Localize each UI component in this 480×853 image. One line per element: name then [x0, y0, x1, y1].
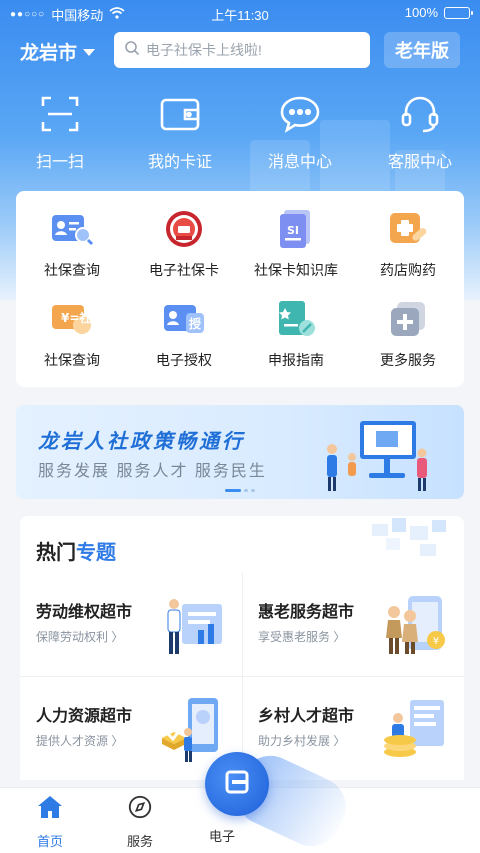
- banner-illustration: [327, 421, 427, 491]
- service-label: 申报指南: [268, 352, 324, 368]
- city-selector[interactable]: 龙岩市: [20, 38, 96, 65]
- quick-my-cards[interactable]: 我的卡证: [120, 92, 240, 172]
- home-icon: [36, 794, 64, 825]
- service-e-social-card[interactable]: 电子社保卡: [128, 207, 240, 295]
- guide-icon: [274, 297, 318, 341]
- top-bar: 龙岩市 老年版: [0, 30, 480, 70]
- service-label: 电子社保卡: [149, 262, 219, 278]
- hot-topic-hr-resources[interactable]: 人力资源超市 提供人才资源 〉: [20, 676, 242, 780]
- service-declaration-guide[interactable]: 申报指南: [240, 297, 352, 385]
- authorize-icon: 授: [162, 297, 206, 341]
- battery-icon: [444, 6, 473, 19]
- hot-topic-name: 劳动维权超市: [36, 604, 133, 621]
- tab-services-label: 服务: [126, 834, 153, 849]
- service-knowledge-base[interactable]: SI 社保卡知识库: [240, 207, 352, 295]
- payment-icon-text: ¥=社: [61, 310, 91, 325]
- hot-topics-section: 热门专题 劳动维权超市 保障劳动权利 〉 惠老服务超市 享受惠老服务 〉 ¥ 人…: [20, 516, 464, 780]
- service-pharmacy[interactable]: 药店购药: [352, 207, 464, 295]
- authorize-icon-text: 授: [189, 316, 202, 331]
- pharmacy-icon: [386, 207, 430, 251]
- hot-topic-name: 人力资源超市: [36, 708, 133, 725]
- e-card-icon: [222, 767, 252, 802]
- more-services-icon: [386, 297, 430, 341]
- city-label: 龙岩市: [20, 43, 78, 64]
- service-grid: 社保查询 电子社保卡 SI 社保卡知识库 药店购药 ¥=社 社保查询 授 电子授…: [16, 191, 464, 387]
- tab-home-label: 首页: [36, 834, 63, 849]
- quick-scan[interactable]: 扫一扫: [0, 92, 120, 172]
- quick-messages-label: 消息中心: [267, 154, 332, 171]
- e-card-fab-button[interactable]: [205, 752, 269, 816]
- service-label: 更多服务: [380, 352, 436, 368]
- service-label: 电子授权: [156, 352, 212, 368]
- svg-text:SI: SI: [287, 224, 299, 237]
- hr-resources-illustration: [162, 698, 218, 762]
- quick-customer-service[interactable]: 客服中心: [360, 92, 480, 172]
- hot-topics-title-prefix: 热门: [36, 542, 76, 564]
- service-label: 药店购药: [380, 262, 436, 278]
- id-search-icon: [50, 207, 94, 251]
- hot-topics-title: 热门专题: [36, 536, 116, 565]
- service-more[interactable]: 更多服务: [352, 297, 464, 385]
- message-icon: [277, 92, 323, 136]
- quick-customer-service-label: 客服中心: [387, 154, 452, 171]
- labor-rights-illustration: [167, 599, 222, 654]
- elderly-service-illustration: ¥: [386, 596, 445, 654]
- banner-title: 龙岩人社政策畅通行: [38, 431, 245, 453]
- service-label: 社保查询: [44, 352, 100, 368]
- scan-icon: [37, 92, 83, 136]
- hot-topic-labor-rights[interactable]: 劳动维权超市 保障劳动权利 〉: [20, 572, 242, 676]
- compass-icon: [126, 794, 154, 825]
- service-social-query[interactable]: 社保查询: [16, 207, 128, 295]
- service-e-authorize[interactable]: 授 电子授权: [128, 297, 240, 385]
- hot-topic-elderly-service[interactable]: 惠老服务超市 享受惠老服务 〉 ¥: [242, 572, 464, 676]
- tab-e-card-label: 电子: [208, 829, 235, 844]
- policy-banner[interactable]: 龙岩人社政策畅通行 服务发展 服务人才 服务民生: [16, 405, 464, 499]
- chevron-down-icon: [83, 49, 96, 56]
- headset-icon: [397, 92, 443, 136]
- hot-topic-name: 惠老服务超市: [258, 604, 355, 621]
- hot-topic-name: 乡村人才超市: [258, 708, 355, 725]
- hot-topics-title-highlight: 专题: [76, 542, 116, 564]
- hot-topic-sub: 保障劳动权利 〉: [36, 630, 124, 644]
- elder-mode-button[interactable]: 老年版: [384, 32, 460, 68]
- service-social-payment[interactable]: ¥=社 社保查询: [16, 297, 128, 385]
- service-label: 社保卡知识库: [254, 262, 338, 278]
- search-input[interactable]: [146, 42, 356, 58]
- hot-topic-sub: 提供人才资源 〉: [36, 734, 124, 748]
- banner-subtitle: 服务发展 服务人才 服务民生: [38, 463, 267, 480]
- svg-text:¥: ¥: [433, 636, 439, 647]
- quick-messages[interactable]: 消息中心: [240, 92, 360, 172]
- wallet-icon: [157, 92, 203, 136]
- banner-page-indicator: [225, 489, 255, 492]
- search-box[interactable]: [114, 32, 370, 68]
- status-bar: ●●○○○ 中国移动 上午11:30 100%: [0, 0, 480, 26]
- quick-my-cards-label: 我的卡证: [147, 154, 212, 171]
- social-card-seal-icon: [162, 207, 206, 251]
- hot-topics-grid: 劳动维权超市 保障劳动权利 〉 惠老服务超市 享受惠老服务 〉 ¥ 人力资源超市…: [20, 572, 464, 780]
- quick-scan-label: 扫一扫: [35, 154, 84, 171]
- quick-actions: 扫一扫 我的卡证 消息中心 客服中心: [0, 92, 480, 172]
- social-payment-icon: ¥=社: [50, 297, 94, 341]
- rural-talent-illustration: [384, 700, 444, 757]
- service-label: 社保查询: [44, 262, 100, 278]
- search-icon: [124, 40, 140, 61]
- hot-topic-sub: 享受惠老服务 〉: [258, 630, 346, 644]
- battery-percent: 100%: [404, 5, 438, 20]
- decorative-squares: [372, 518, 446, 556]
- hot-topic-sub: 助力乡村发展 〉: [258, 734, 346, 748]
- knowledge-base-icon: SI: [274, 207, 318, 251]
- tab-home[interactable]: 首页: [0, 794, 100, 850]
